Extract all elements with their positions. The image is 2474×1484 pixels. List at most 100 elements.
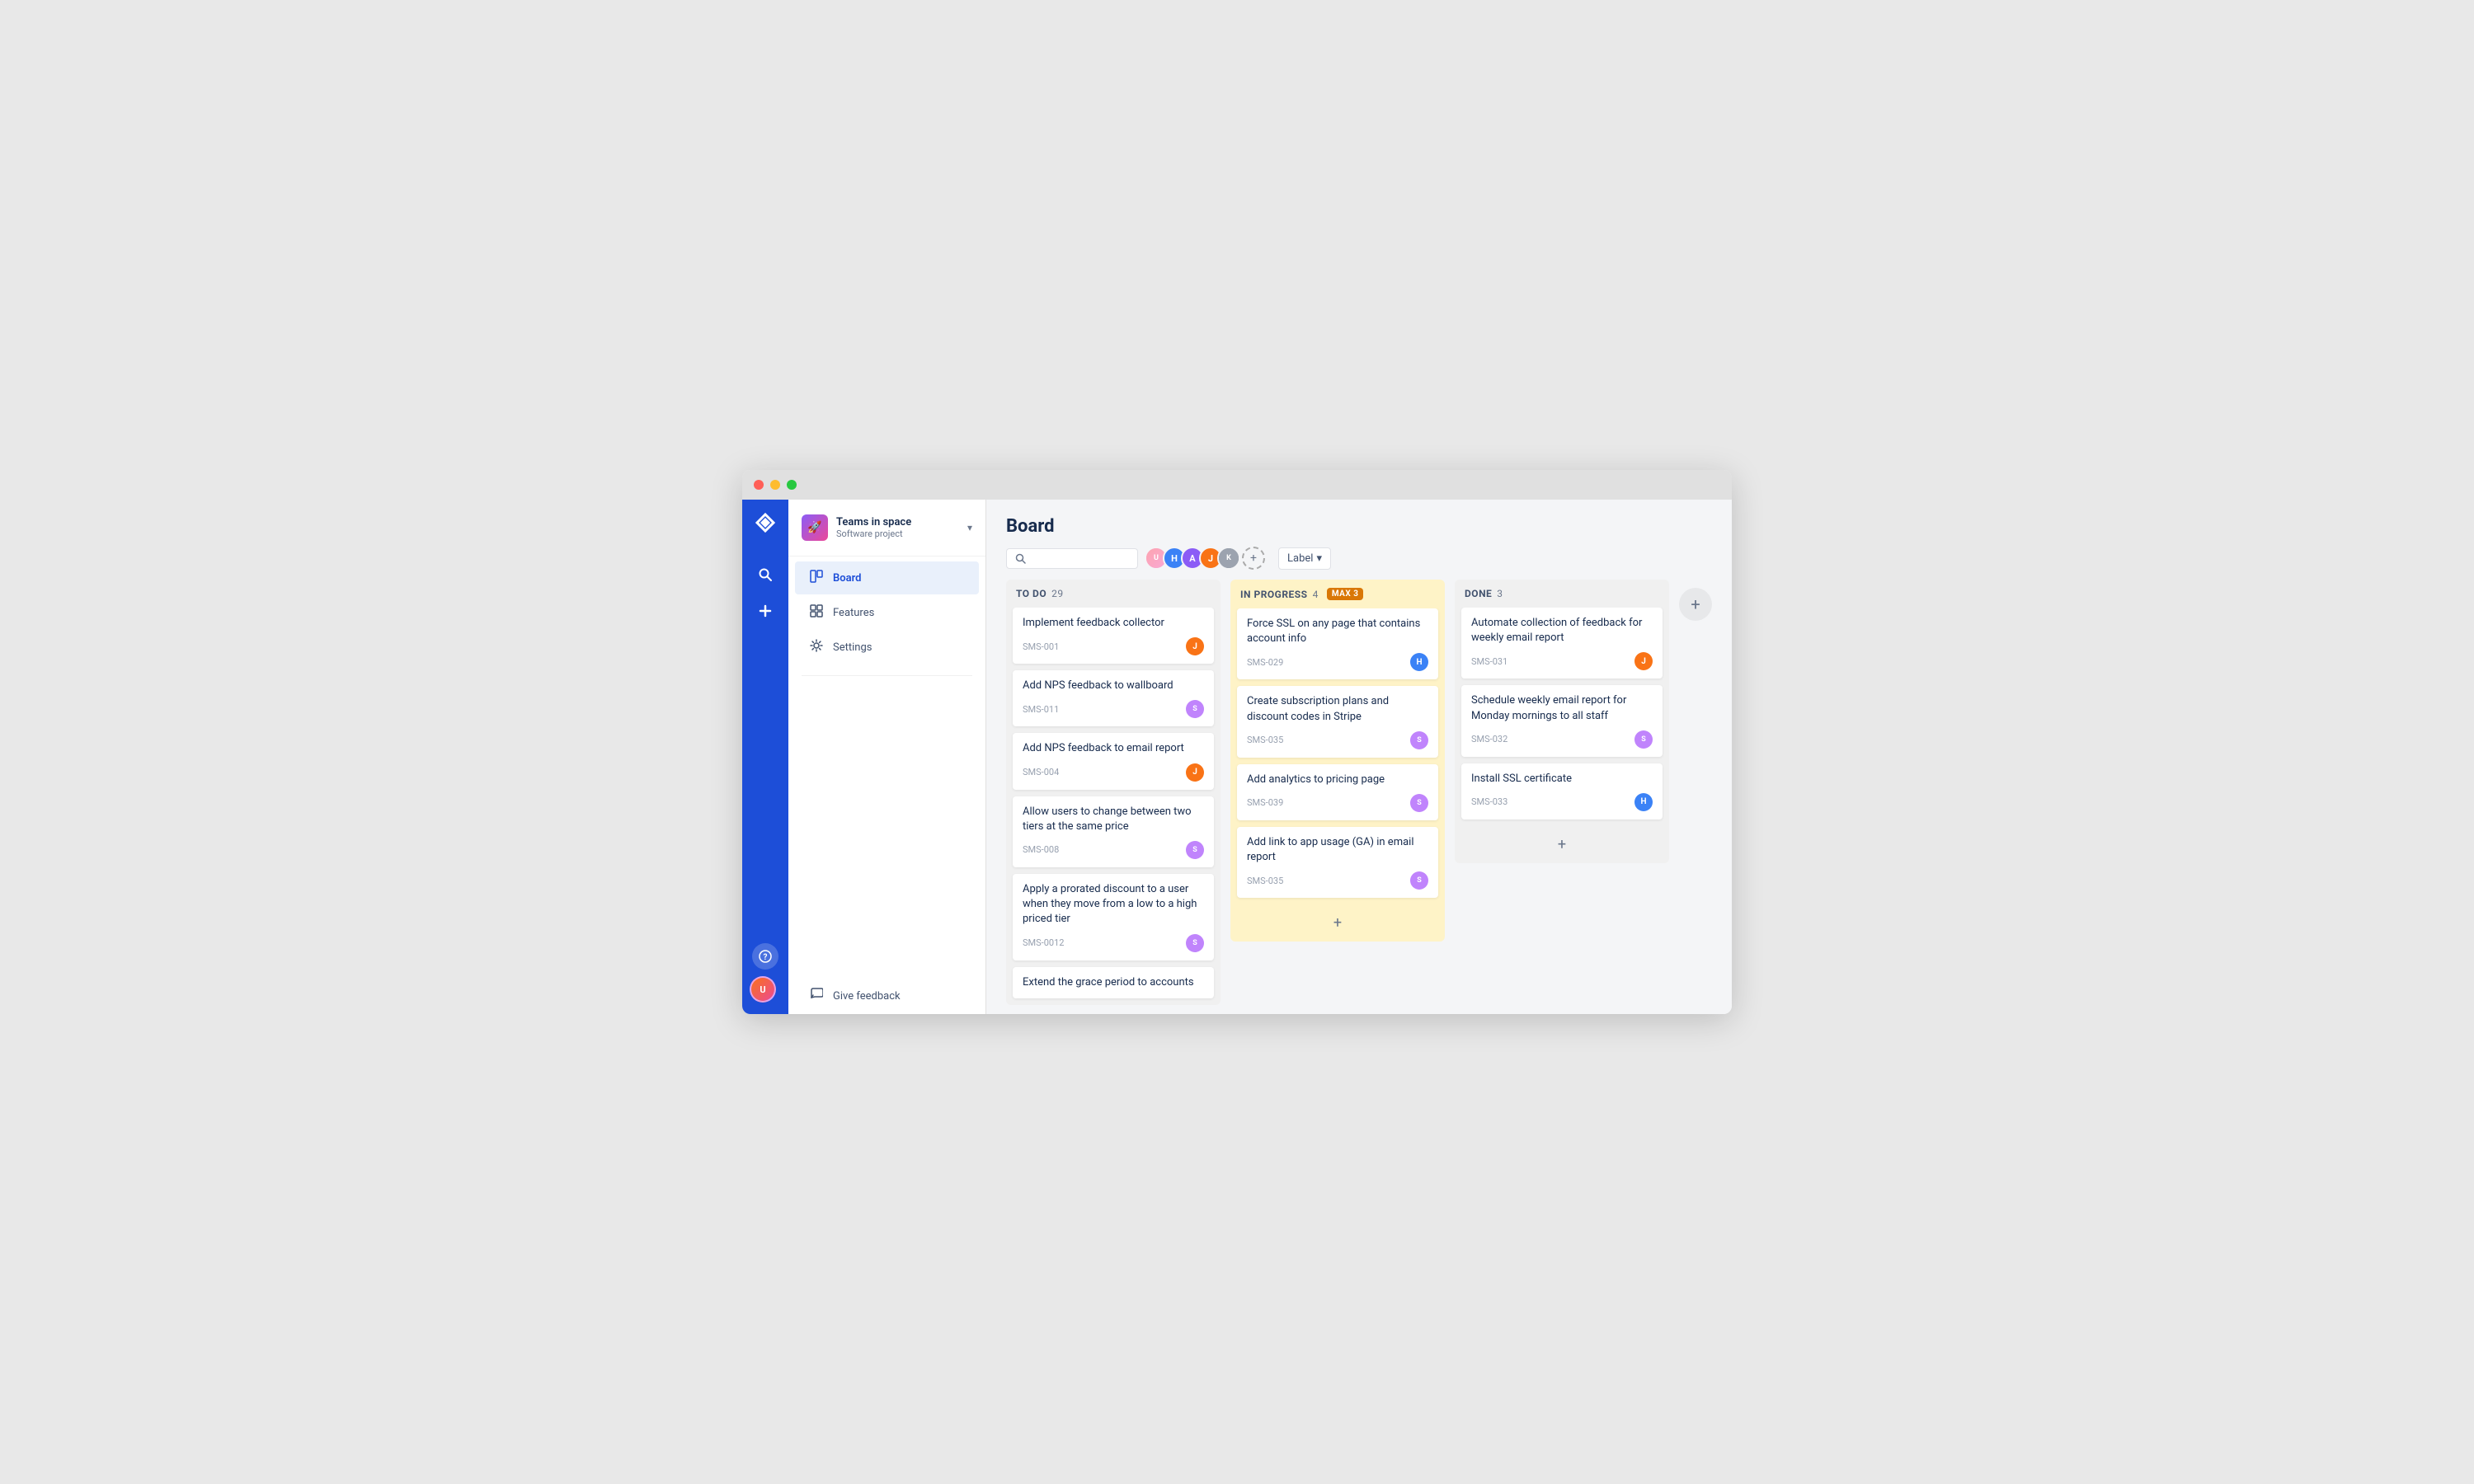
label-filter[interactable]: Label ▾ — [1278, 547, 1331, 570]
card-title: Schedule weekly email report for Monday … — [1471, 693, 1653, 723]
nav-item-board[interactable]: Board — [795, 561, 979, 594]
user-avatar[interactable]: U — [750, 976, 776, 1003]
column-title-inprogress: IN PROGRESS — [1240, 589, 1308, 600]
card-id: SMS-029 — [1247, 657, 1283, 668]
add-column-button[interactable]: + — [1679, 588, 1712, 621]
card-id: SMS-032 — [1471, 734, 1507, 744]
svg-text:?: ? — [764, 953, 768, 962]
help-icon[interactable]: ? — [752, 943, 778, 970]
card-avatar: S — [1634, 730, 1653, 749]
card-sms-035[interactable]: Create subscription plans and discount c… — [1237, 686, 1438, 757]
maximize-button[interactable] — [787, 480, 797, 490]
card-sms-033[interactable]: Install SSL certificate SMS-033 H — [1461, 763, 1663, 819]
card-id: SMS-004 — [1023, 767, 1059, 777]
card-title: Apply a prorated discount to a user when… — [1023, 882, 1204, 928]
project-header[interactable]: 🚀 Teams in space Software project ▾ — [788, 500, 985, 556]
card-title: Create subscription plans and discount c… — [1247, 694, 1428, 724]
project-icon: 🚀 — [802, 514, 828, 541]
card-id: SMS-031 — [1471, 656, 1507, 667]
card-footer: SMS-0012 S — [1023, 934, 1204, 952]
card-footer: SMS-033 H — [1471, 793, 1653, 811]
board-title: Board — [1006, 516, 1712, 537]
card-sms-035b[interactable]: Add link to app usage (GA) in email repo… — [1237, 827, 1438, 898]
column-count-todo: 29 — [1051, 588, 1064, 599]
sidebar-search-icon[interactable] — [749, 558, 782, 591]
avatar-group: U H A J K + — [1145, 547, 1265, 570]
give-feedback-icon — [808, 988, 825, 1004]
nav-item-features[interactable]: Features — [795, 596, 979, 629]
column-done: DONE 3 Automate collection of feedback f… — [1455, 580, 1669, 863]
board-header: Board U H A J — [986, 500, 1732, 580]
app-body: ? U 🚀 Teams in space Software project ▾ — [742, 500, 1732, 1014]
project-chevron-icon[interactable]: ▾ — [967, 522, 972, 533]
avatar-user-5[interactable]: K — [1217, 547, 1240, 570]
card-avatar: H — [1634, 793, 1653, 811]
card-avatar: S — [1410, 731, 1428, 749]
card-sms-011[interactable]: Add NPS feedback to wallboard SMS-011 S — [1013, 670, 1214, 726]
card-avatar: J — [1186, 637, 1204, 655]
settings-label: Settings — [833, 641, 872, 654]
column-cards-inprogress: Force SSL on any page that contains acco… — [1230, 608, 1445, 904]
card-sms-031[interactable]: Automate collection of feedback for week… — [1461, 608, 1663, 679]
settings-icon — [808, 639, 825, 655]
card-sms-0012[interactable]: Apply a prorated discount to a user when… — [1013, 874, 1214, 960]
label-filter-chevron: ▾ — [1316, 552, 1322, 565]
sidebar-add-icon[interactable] — [749, 594, 782, 627]
card-id: SMS-001 — [1023, 641, 1059, 652]
project-info: Teams in space Software project — [836, 516, 959, 539]
card-sms-004[interactable]: Add NPS feedback to email report SMS-004… — [1013, 733, 1214, 789]
column-count-done: 3 — [1497, 588, 1503, 599]
minimize-button[interactable] — [770, 480, 780, 490]
nav-item-settings[interactable]: Settings — [795, 631, 979, 664]
board-label: Board — [833, 572, 861, 585]
card-sms-0013[interactable]: Extend the grace period to accounts — [1013, 967, 1214, 998]
column-todo: TO DO 29 Implement feedback collector SM… — [1006, 580, 1221, 1005]
card-sms-008[interactable]: Allow users to change between two tiers … — [1013, 796, 1214, 867]
board-columns: TO DO 29 Implement feedback collector SM… — [986, 580, 1732, 1014]
icon-sidebar-bottom: ? U — [752, 943, 778, 1003]
card-avatar: S — [1186, 934, 1204, 952]
card-title: Automate collection of feedback for week… — [1471, 616, 1653, 646]
column-title-todo: TO DO — [1016, 588, 1047, 599]
card-sms-039[interactable]: Add analytics to pricing page SMS-039 S — [1237, 764, 1438, 820]
card-title: Add NPS feedback to email report — [1023, 741, 1204, 756]
card-title: Install SSL certificate — [1471, 772, 1653, 787]
card-id: SMS-011 — [1023, 704, 1059, 715]
add-card-done[interactable]: + — [1461, 829, 1663, 860]
add-card-inprogress[interactable]: + — [1237, 908, 1438, 938]
card-footer: SMS-001 J — [1023, 637, 1204, 655]
card-id: SMS-008 — [1023, 844, 1059, 855]
card-avatar: S — [1410, 794, 1428, 812]
column-cards-todo: Implement feedback collector SMS-001 J A… — [1006, 608, 1221, 1005]
main-content: Board U H A J — [986, 500, 1732, 1014]
titlebar — [742, 470, 1732, 500]
search-box[interactable] — [1006, 548, 1138, 569]
card-sms-001[interactable]: Implement feedback collector SMS-001 J — [1013, 608, 1214, 664]
close-button[interactable] — [754, 480, 764, 490]
column-inprogress: IN PROGRESS 4 MAX 3 Force SSL on any pag… — [1230, 580, 1445, 942]
card-title: Add link to app usage (GA) in email repo… — [1247, 835, 1428, 865]
project-name: Teams in space — [836, 516, 959, 528]
card-title: Allow users to change between two tiers … — [1023, 805, 1204, 834]
nav-item-give-feedback[interactable]: Give feedback — [795, 979, 979, 1012]
card-footer: SMS-035 S — [1247, 731, 1428, 749]
features-label: Features — [833, 607, 874, 619]
card-avatar: H — [1410, 653, 1428, 671]
features-icon — [808, 604, 825, 621]
nav-sidebar: 🚀 Teams in space Software project ▾ Boar… — [788, 500, 986, 1014]
card-id: SMS-039 — [1247, 797, 1283, 808]
board-controls: U H A J K + Label ▾ — [1006, 547, 1712, 570]
card-sms-032[interactable]: Schedule weekly email report for Monday … — [1461, 685, 1663, 756]
column-header-done: DONE 3 — [1455, 580, 1669, 608]
card-title: Add NPS feedback to wallboard — [1023, 679, 1204, 693]
icon-sidebar: ? U — [742, 500, 788, 1014]
card-title: Add analytics to pricing page — [1247, 773, 1428, 787]
card-id: SMS-035 — [1247, 735, 1283, 745]
card-sms-029[interactable]: Force SSL on any page that contains acco… — [1237, 608, 1438, 679]
avatar-add-button[interactable]: + — [1242, 547, 1265, 570]
board-icon — [808, 570, 825, 586]
card-footer: SMS-031 J — [1471, 652, 1653, 670]
card-footer: SMS-004 J — [1023, 763, 1204, 782]
app-logo[interactable] — [754, 511, 777, 538]
app-window: ? U 🚀 Teams in space Software project ▾ — [742, 470, 1732, 1014]
